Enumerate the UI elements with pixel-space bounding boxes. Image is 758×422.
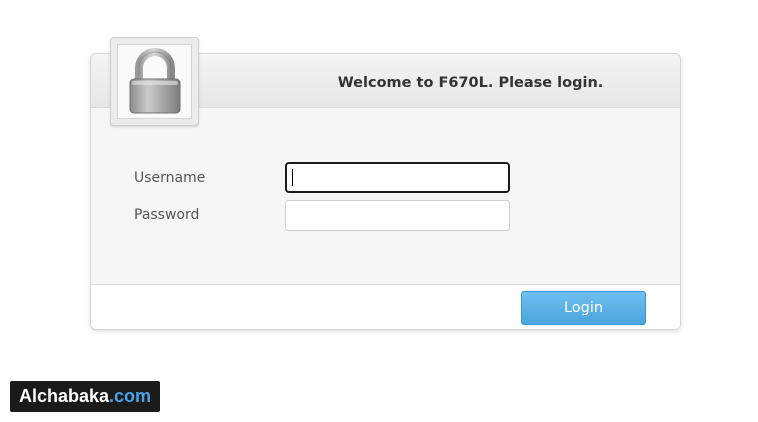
username-input[interactable]	[285, 162, 510, 193]
lock-icon-frame	[110, 37, 199, 126]
text-cursor	[292, 169, 293, 186]
login-panel-footer: Login	[91, 284, 680, 329]
watermark-tld: .com	[109, 386, 152, 406]
welcome-title: Welcome to F670L. Please login.	[337, 75, 604, 91]
login-page: Welcome to F670L. Please login. Username…	[0, 0, 758, 422]
padlock-icon	[129, 48, 181, 114]
password-input[interactable]	[285, 200, 510, 231]
site-watermark: Alchabaka.com	[10, 381, 161, 412]
username-label: Username	[134, 170, 206, 186]
password-label: Password	[134, 207, 200, 223]
login-button[interactable]: Login	[521, 291, 646, 325]
watermark-brand: Alchabaka	[19, 386, 110, 406]
